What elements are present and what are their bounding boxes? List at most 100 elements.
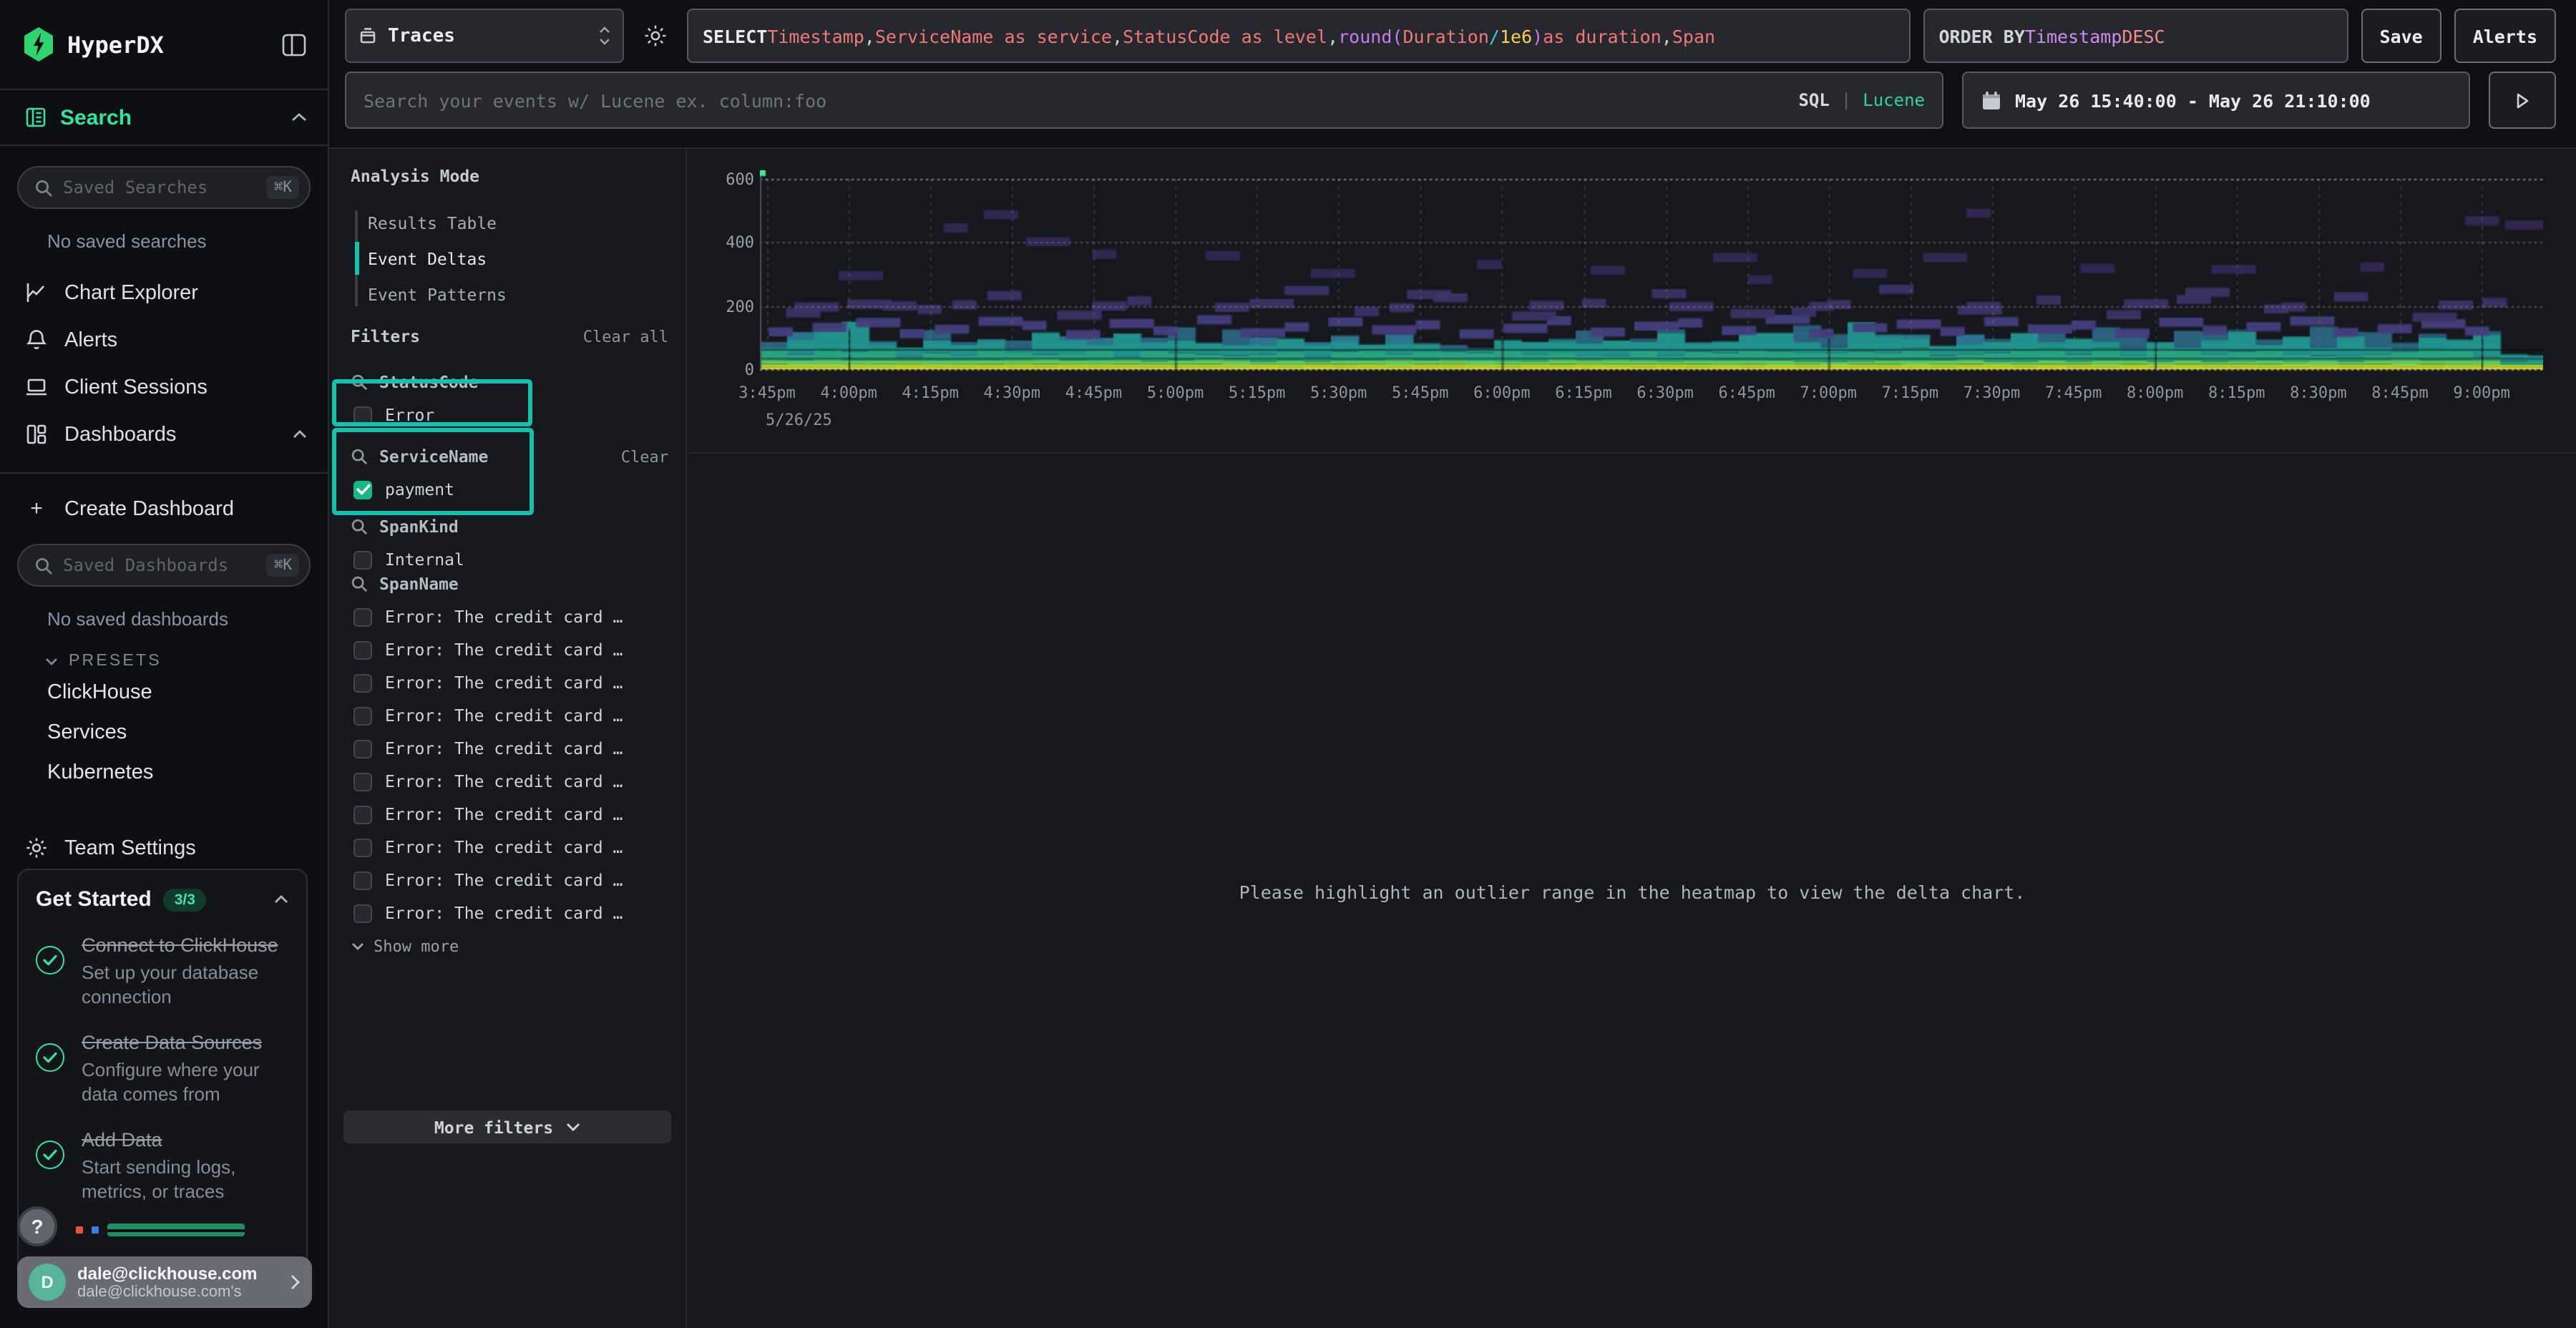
- checkbox[interactable]: [353, 739, 372, 758]
- analysis-mode-option-event-deltas[interactable]: Event Deltas: [368, 240, 671, 276]
- get-started-item[interactable]: Connect to ClickHouseSet up your databas…: [36, 933, 289, 1009]
- order-by-editor[interactable]: ORDER BY Timestamp DESC: [1923, 9, 2348, 63]
- filter-option[interactable]: Error: The credit card …: [351, 640, 668, 660]
- save-button[interactable]: Save: [2361, 9, 2441, 63]
- sql-token: StatusCode as level: [1123, 25, 1327, 47]
- layout-grid-icon: [24, 422, 49, 446]
- checkbox[interactable]: [353, 607, 372, 626]
- search-icon: [351, 448, 368, 465]
- checkbox[interactable]: [353, 904, 372, 922]
- lang-toggle-lucene[interactable]: Lucene: [1863, 90, 1925, 110]
- filter-group-name: SpanKind: [379, 517, 459, 537]
- x-axis-tick-label: 4:00pm: [803, 384, 894, 402]
- event-search-input[interactable]: [364, 89, 1787, 111]
- sidebar-item-alerts[interactable]: Alerts: [0, 316, 328, 363]
- run-query-button[interactable]: [2489, 72, 2556, 129]
- chevron-up-icon[interactable]: [273, 894, 289, 904]
- preset-item-clickhouse[interactable]: ClickHouse: [0, 673, 328, 713]
- sidebar-item-chart-explorer[interactable]: Chart Explorer: [0, 269, 328, 316]
- get-started-item[interactable]: Add DataStart sending logs, metrics, or …: [36, 1128, 289, 1204]
- get-started-item[interactable]: Create Data SourcesConfigure where your …: [36, 1030, 289, 1106]
- event-search-bar[interactable]: SQL | Lucene: [345, 72, 1943, 129]
- x-axis-tick-label: 6:00pm: [1456, 384, 1548, 402]
- filter-option[interactable]: Error: The credit card …: [351, 673, 668, 693]
- checkbox[interactable]: [353, 838, 372, 856]
- checkbox[interactable]: [353, 871, 372, 889]
- checkbox[interactable]: [353, 706, 372, 725]
- checkbox[interactable]: [353, 772, 372, 791]
- no-saved-dashboards-note: No saved dashboards: [47, 608, 328, 630]
- filter-option[interactable]: Error: The credit card …: [351, 804, 668, 824]
- filter-option-label: Error: [385, 405, 434, 425]
- sidebar-item-client-sessions[interactable]: Client Sessions: [0, 363, 328, 411]
- time-range-picker[interactable]: May 26 15:40:00 - May 26 21:10:00: [1962, 72, 2470, 129]
- more-filters-button[interactable]: More filters: [343, 1110, 671, 1143]
- checkbox[interactable]: [353, 640, 372, 659]
- filter-option-label: Error: The credit card …: [385, 673, 623, 693]
- saved-dashboards-field[interactable]: [63, 555, 257, 575]
- user-menu[interactable]: D dale@clickhouse.com dale@clickhouse.co…: [17, 1256, 312, 1308]
- filter-option[interactable]: Error: The credit card …: [351, 706, 668, 726]
- lang-toggle-sql[interactable]: SQL: [1798, 90, 1829, 110]
- nav-label: Alerts: [64, 328, 117, 351]
- get-started-items: Connect to ClickHouseSet up your databas…: [36, 933, 289, 1204]
- filter-option[interactable]: Error: The credit card …: [351, 903, 668, 923]
- y-axis-tick-label: 0: [700, 361, 754, 379]
- show-more-button[interactable]: Show more: [351, 937, 668, 956]
- clear-servicename-button[interactable]: Clear: [621, 447, 668, 466]
- checkbox[interactable]: [353, 406, 372, 424]
- sql-select-editor[interactable]: SELECT Timestamp, ServiceName as service…: [687, 9, 1910, 63]
- presets-toggle[interactable]: PRESETS: [44, 653, 328, 670]
- source-settings-button[interactable]: [637, 9, 674, 63]
- get-started-partial-item: [76, 1224, 289, 1236]
- sidebar-item-team-settings[interactable]: Team Settings: [0, 824, 328, 872]
- chevron-up-icon[interactable]: [292, 429, 308, 439]
- sql-token: ,: [1662, 25, 1672, 47]
- filter-option-label: Internal: [385, 550, 464, 570]
- analysis-mode-option-results-table[interactable]: Results Table: [368, 205, 671, 240]
- filter-option[interactable]: Error: The credit card …: [351, 870, 668, 890]
- sidebar-item-search[interactable]: Search: [0, 90, 328, 146]
- duration-heatmap-canvas[interactable]: [760, 170, 2543, 372]
- saved-searches-field[interactable]: [63, 177, 257, 197]
- analysis-mode-option-event-patterns[interactable]: Event Patterns: [368, 276, 671, 312]
- no-saved-searches-note: No saved searches: [47, 230, 328, 252]
- filter-option[interactable]: payment: [351, 479, 668, 499]
- sql-token: /: [1489, 25, 1500, 47]
- sql-token: (: [1392, 25, 1402, 47]
- checkbox[interactable]: [353, 805, 372, 824]
- filter-option-label: Error: The credit card …: [385, 837, 623, 857]
- sql-token: ,: [864, 25, 875, 47]
- preset-item-services[interactable]: Services: [0, 713, 328, 753]
- source-select[interactable]: Traces: [345, 9, 624, 63]
- filter-option[interactable]: Error: The credit card …: [351, 738, 668, 758]
- search-icon: [34, 556, 53, 575]
- checkbox-checked[interactable]: [353, 480, 372, 499]
- filter-option[interactable]: Error: The credit card …: [351, 771, 668, 791]
- hyperdx-logo-icon: [23, 27, 54, 62]
- x-axis-tick-label: 4:15pm: [884, 384, 976, 402]
- sql-token: Timestamp: [2025, 25, 2122, 47]
- create-dashboard-button[interactable]: + Create Dashboard: [0, 485, 328, 532]
- play-icon: [2513, 91, 2532, 109]
- alerts-button[interactable]: Alerts: [2454, 9, 2556, 63]
- filter-option[interactable]: Error: The credit card …: [351, 607, 668, 627]
- filter-group-name: StatusCode: [379, 372, 479, 392]
- filter-option[interactable]: Error: [351, 405, 668, 425]
- saved-dashboards-input[interactable]: ⌘K: [17, 544, 311, 587]
- collapse-sidebar-icon[interactable]: [280, 31, 308, 58]
- sidebar-item-dashboards[interactable]: Dashboards: [0, 411, 328, 458]
- clear-all-filters-button[interactable]: Clear all: [583, 327, 668, 346]
- checkbox[interactable]: [353, 673, 372, 692]
- x-axis-tick-label: 6:30pm: [1619, 384, 1711, 402]
- filter-option[interactable]: Internal: [351, 550, 668, 570]
- saved-searches-input[interactable]: ⌘K: [17, 166, 311, 209]
- chevron-up-icon[interactable]: [291, 112, 308, 123]
- search-icon: [34, 178, 53, 197]
- checkbox[interactable]: [353, 550, 372, 569]
- sidebar-item-search-label: Search: [60, 105, 278, 130]
- preset-item-kubernetes[interactable]: Kubernetes: [0, 753, 328, 793]
- filter-option[interactable]: Error: The credit card …: [351, 837, 668, 857]
- help-button[interactable]: ?: [17, 1206, 57, 1246]
- chevron-down-icon: [44, 656, 59, 666]
